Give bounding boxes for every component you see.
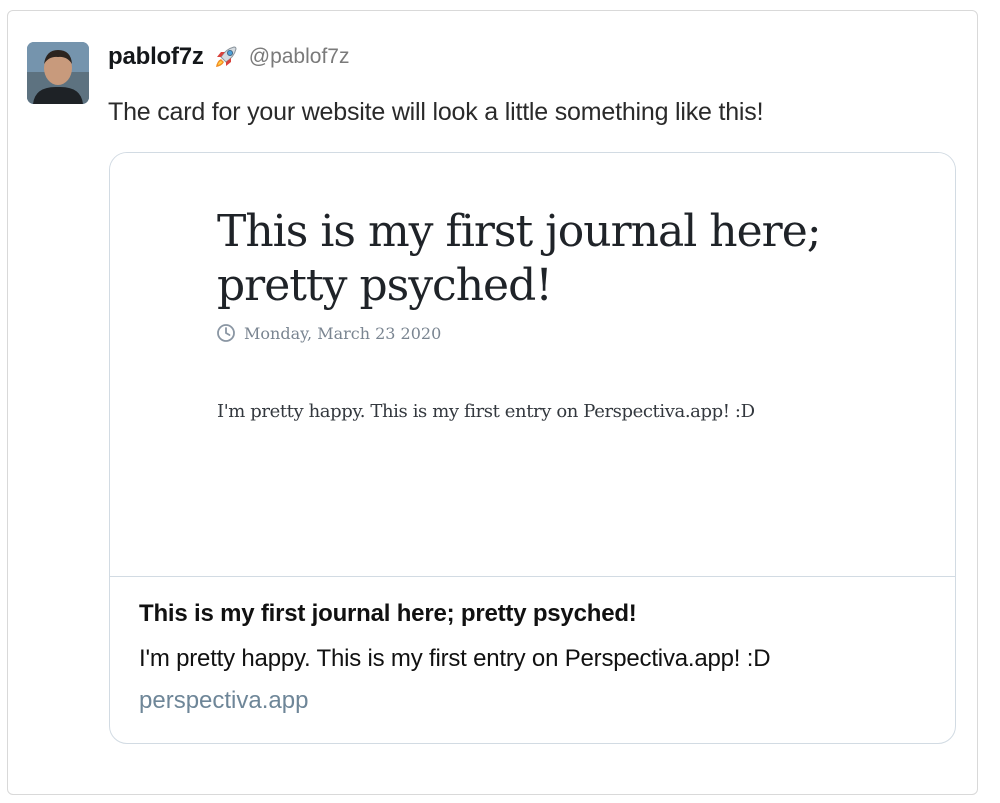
tweet-header: pablof7z @pablof7z	[108, 41, 349, 73]
card-preview-image[interactable]: This is my first journal here; pretty ps…	[110, 153, 955, 577]
avatar[interactable]	[27, 42, 89, 104]
card-meta: This is my first journal here; pretty ps…	[139, 599, 939, 716]
journal-title: This is my first journal here; pretty ps…	[217, 206, 822, 311]
journal-date: Monday, March 23 2020	[216, 323, 441, 343]
link-card[interactable]: This is my first journal here; pretty ps…	[109, 152, 956, 744]
card-domain: perspectiva.app	[139, 687, 309, 714]
card-description: I'm pretty happy. This is my first entry…	[139, 645, 771, 672]
tweet-container: pablof7z @pablof7z The card for your web…	[7, 10, 978, 795]
handle[interactable]: @pablof7z	[249, 45, 350, 69]
display-name[interactable]: pablof7z	[108, 43, 204, 71]
profile-photo-icon	[27, 42, 89, 104]
card-title: This is my first journal here; pretty ps…	[139, 600, 637, 627]
journal-date-text: Monday, March 23 2020	[244, 323, 442, 343]
rocket-icon	[211, 42, 241, 72]
journal-body: I'm pretty happy. This is my first entry…	[217, 401, 755, 422]
tweet-text: The card for your website will look a li…	[108, 98, 764, 126]
clock-icon	[216, 323, 236, 343]
